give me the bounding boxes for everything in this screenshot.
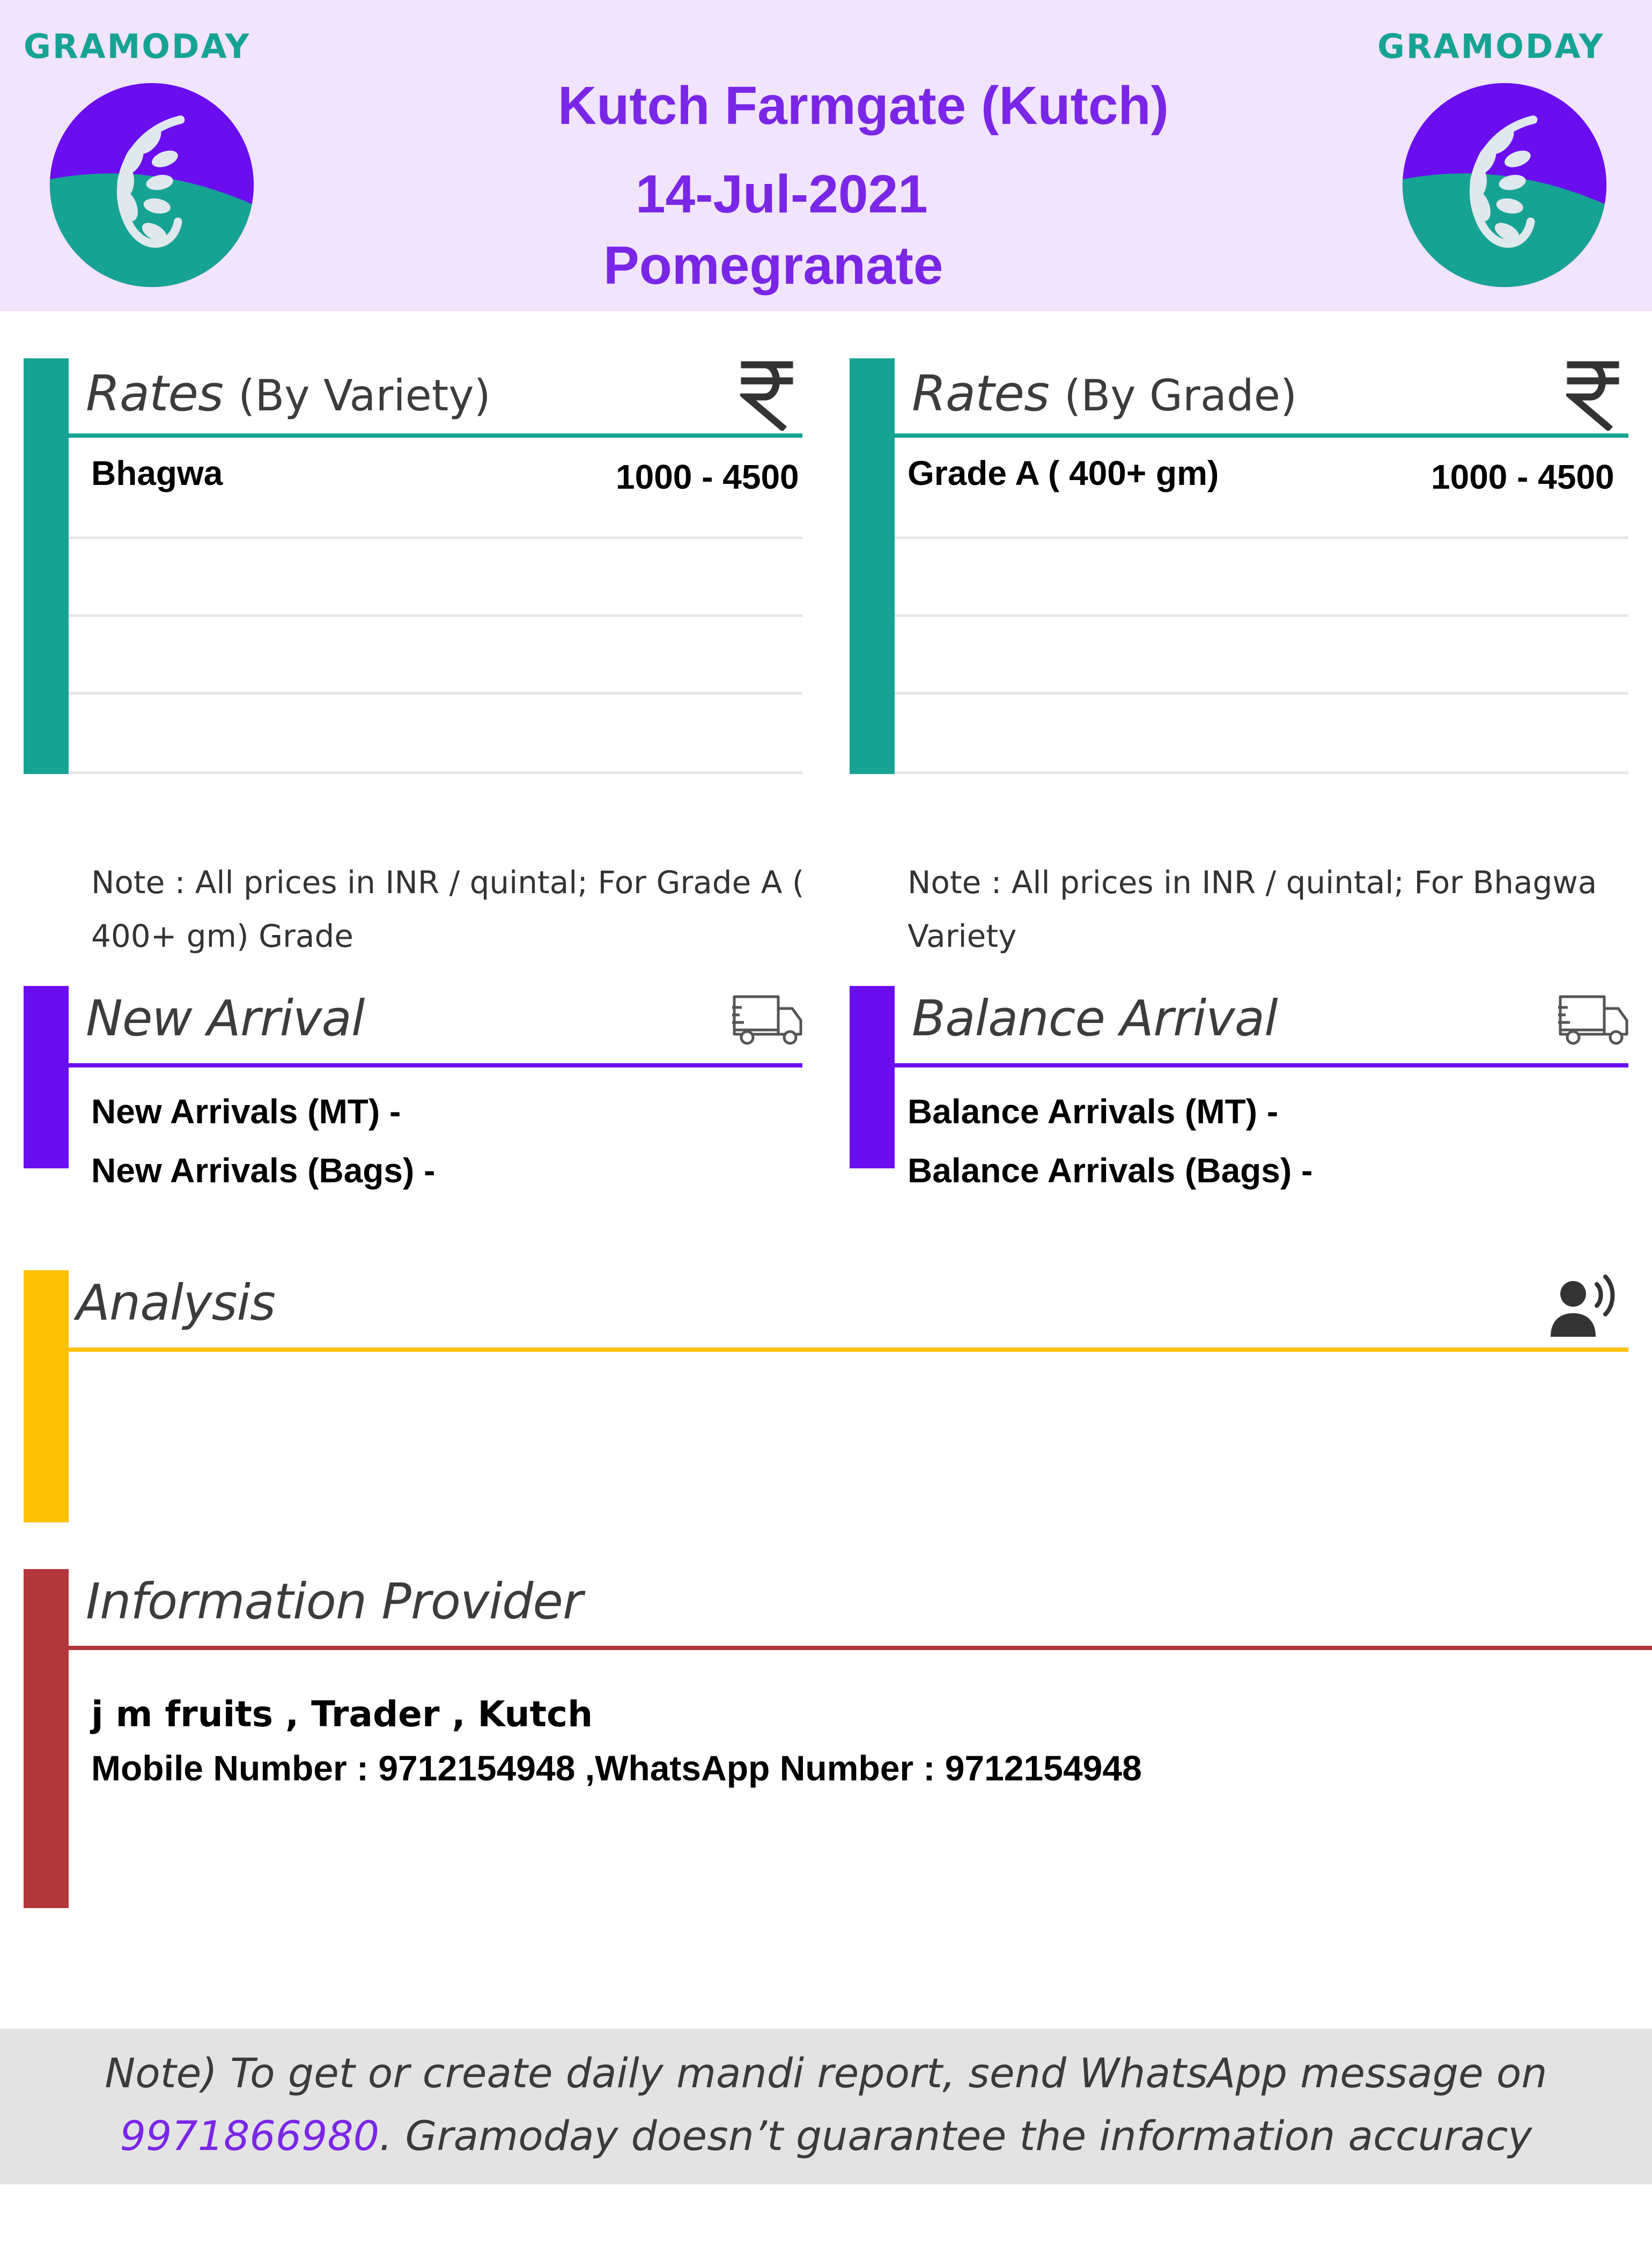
footer-disclaimer: Note) To get or create daily mandi repor… <box>0 2029 1652 2184</box>
provider-contact: Mobile Number : 9712154948 ,WhatsApp Num… <box>91 1748 1142 1788</box>
report-date: 14-Jul-2021 <box>636 164 928 224</box>
speaker-person-icon <box>1547 1271 1620 1341</box>
report-header: GRAMODAY GRAMODAY Kutch Farmgate (Kutch)… <box>0 0 1652 311</box>
card-title: Rates (By Variety) <box>86 365 491 422</box>
section-accent-bar <box>24 986 69 1168</box>
gramoday-logo-right <box>1400 80 1609 290</box>
row-divider <box>69 692 802 695</box>
section-accent-bar <box>24 1569 69 1908</box>
balance-arrivals-bags: Balance Arrivals (Bags) - <box>908 1151 1313 1190</box>
variety-name: Bhagwa <box>91 454 223 492</box>
card-title-underline <box>69 1646 1652 1650</box>
rupee-icon <box>740 358 794 431</box>
row-divider <box>69 614 802 617</box>
section-accent-bar <box>24 1270 69 1522</box>
section-accent-bar <box>24 358 69 774</box>
card-title-underline <box>69 1063 802 1067</box>
row-divider <box>69 536 802 539</box>
new-arrivals-bags: New Arrivals (Bags) - <box>91 1151 436 1190</box>
grade-name: Grade A ( 400+ gm) <box>908 454 1219 492</box>
whatsapp-phone-link[interactable]: 9971866980 <box>120 2112 380 2160</box>
brand-name-right: GRAMODAY <box>1377 27 1605 66</box>
gramoday-logo-left <box>47 80 256 290</box>
brand-name-left: GRAMODAY <box>24 27 251 66</box>
card-title-underline <box>69 1348 1628 1352</box>
card-title: New Arrival <box>86 990 365 1047</box>
row-divider <box>895 536 1628 539</box>
row-divider <box>895 614 1628 617</box>
section-accent-bar <box>850 358 895 774</box>
row-divider <box>895 692 1628 695</box>
market-title: Kutch Farmgate (Kutch) <box>558 76 1169 136</box>
commodity-name: Pomegranate <box>603 235 943 296</box>
card-title-underline <box>69 433 802 438</box>
card-title-underline <box>895 433 1628 438</box>
card-title: Rates (By Grade) <box>912 365 1297 422</box>
price-note: Note : All prices in INR / quintal; For … <box>908 864 1597 954</box>
new-arrivals-mt: New Arrivals (MT) - <box>91 1092 401 1131</box>
section-accent-bar <box>850 986 895 1168</box>
provider-name: j m fruits , Trader , Kutch <box>91 1694 593 1735</box>
price-note: Note : All prices in INR / quintal; For … <box>91 864 805 954</box>
row-divider <box>895 771 1628 774</box>
balance-arrivals-mt: Balance Arrivals (MT) - <box>908 1092 1279 1131</box>
rupee-icon <box>1566 358 1620 431</box>
footer-line-1: Note) To get or create daily mandi repor… <box>105 2049 1547 2097</box>
card-title: Analysis <box>76 1274 276 1331</box>
card-title: Information Provider <box>86 1573 583 1630</box>
truck-icon <box>732 992 805 1046</box>
card-title: Balance Arrival <box>912 990 1278 1047</box>
variety-price-range: 1000 - 4500 <box>616 458 799 496</box>
grade-price-range: 1000 - 4500 <box>1431 458 1614 496</box>
truck-icon <box>1558 992 1631 1046</box>
row-divider <box>69 771 802 774</box>
card-title-underline <box>895 1063 1628 1067</box>
footer-line-2: 9971866980. Gramoday doesn’t guarantee t… <box>120 2112 1532 2160</box>
